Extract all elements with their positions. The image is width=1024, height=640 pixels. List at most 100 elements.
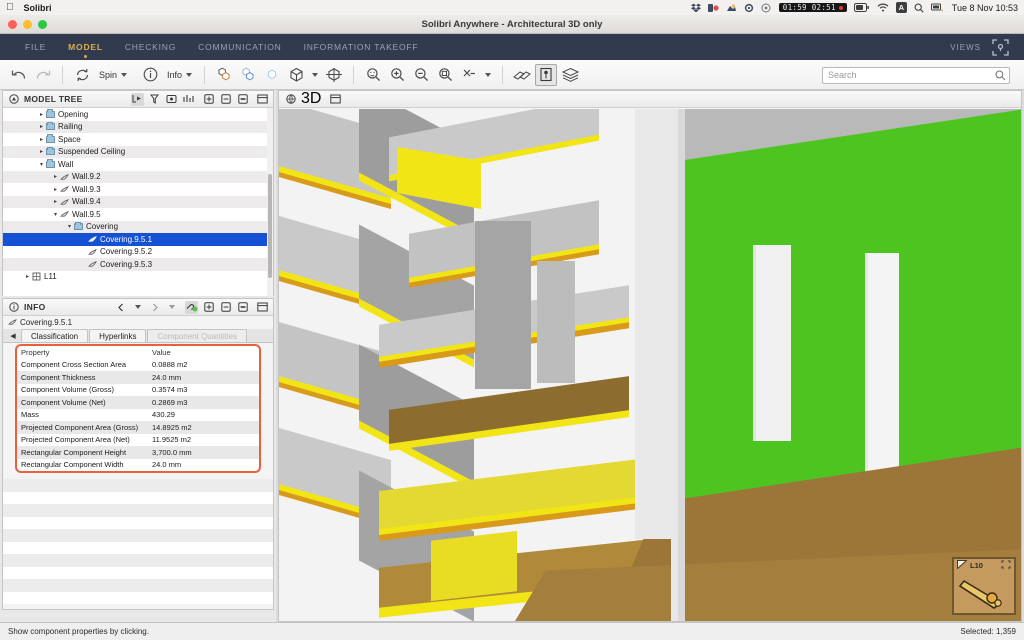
tree-row-selected[interactable]: Covering.9.5.1: [3, 233, 273, 246]
os-active-app-name[interactable]: Solibri: [24, 3, 52, 13]
tree-settings-icon[interactable]: [182, 93, 195, 106]
maximize-panel-icon[interactable]: [329, 93, 342, 106]
scrollbar-thumb[interactable]: [268, 174, 272, 278]
info-dropdown[interactable]: Info: [163, 70, 196, 80]
views-layout-icon[interactable]: [990, 37, 1010, 57]
circle-record-icon[interactable]: [761, 3, 771, 13]
nav-level-widget[interactable]: L10: [952, 557, 1016, 615]
table-row[interactable]: Component Cross Section Area 0.0888 m2: [17, 359, 259, 372]
model-tree-body[interactable]: ▸ Opening ▸ Railing ▸ Space ▸ Suspended …: [3, 108, 273, 296]
section-box-icon[interactable]: [323, 64, 345, 86]
tree-row[interactable]: ▸ Wall.9.4: [3, 195, 273, 208]
screen-recording-timer[interactable]: 01:59 02:51: [778, 3, 847, 12]
tree-twisty[interactable]: ▸: [51, 186, 60, 193]
search-input[interactable]: [822, 66, 1010, 84]
expand-all-icon[interactable]: [202, 93, 215, 106]
tree-twisty[interactable]: ▸: [37, 111, 46, 118]
table-row[interactable]: Rectangular Component Width 24.0 mm: [17, 459, 259, 472]
tree-row[interactable]: ▾ Covering: [3, 220, 273, 233]
tree-row[interactable]: ▸ Suspended Ceiling: [3, 145, 273, 158]
collapse-all-icon[interactable]: [219, 93, 232, 106]
show-hidden-components-icon[interactable]: [213, 64, 235, 86]
menu-item-file[interactable]: FILE: [14, 36, 57, 59]
transparent-components-icon[interactable]: [237, 64, 259, 86]
tree-row[interactable]: ▸ Railing: [3, 120, 273, 133]
redo-icon[interactable]: [32, 64, 54, 86]
table-row[interactable]: Projected Component Area (Net) 11.9525 m…: [17, 434, 259, 447]
tree-row[interactable]: ▸ L11: [3, 271, 273, 284]
scroll-left-icon[interactable]: ◀: [5, 329, 21, 342]
settings-gear-icon[interactable]: [744, 3, 754, 13]
split-panel-icon[interactable]: [256, 93, 269, 106]
zoom-out-icon[interactable]: [410, 64, 432, 86]
tree-group-icon[interactable]: [165, 93, 178, 106]
cube-view-icon[interactable]: [285, 64, 307, 86]
tree-filter-icon[interactable]: [148, 93, 161, 106]
cloud-sync-icon[interactable]: [726, 3, 737, 13]
expand-nav-icon[interactable]: [1001, 560, 1011, 571]
menu-item-communication[interactable]: COMMUNICATION: [187, 36, 292, 59]
tree-twisty[interactable]: ▾: [65, 223, 74, 230]
zoom-fit-icon[interactable]: [362, 64, 384, 86]
input-source-indicator[interactable]: A: [895, 2, 907, 13]
tree-row[interactable]: ▸ Opening: [3, 108, 273, 121]
search-icon[interactable]: [995, 68, 1006, 86]
markup-icon[interactable]: [535, 63, 558, 86]
tree-twisty[interactable]: ▸: [51, 198, 60, 205]
table-row[interactable]: Component Volume (Net) 0.2869 m3: [17, 396, 259, 409]
tree-twisty[interactable]: ▾: [37, 161, 46, 168]
tree-row[interactable]: ▾ Wall: [3, 158, 273, 171]
tree-twisty[interactable]: ▸: [37, 148, 46, 155]
spin-rotate-icon[interactable]: [71, 64, 93, 86]
menu-item-model[interactable]: MODEL: [57, 36, 114, 59]
tree-row[interactable]: ▸ Wall.9.3: [3, 183, 273, 196]
cube-dropdown-caret[interactable]: [309, 64, 321, 86]
table-row[interactable]: Component Volume (Gross) 0.3574 m3: [17, 384, 259, 397]
spotlight-search-icon[interactable]: [914, 3, 924, 13]
clock-record-icon[interactable]: [707, 3, 719, 13]
apple-logo-icon[interactable]: : [6, 2, 14, 13]
undo-icon[interactable]: [8, 64, 30, 86]
tree-row[interactable]: ▸ Wall.9.2: [3, 170, 273, 183]
tree-row[interactable]: Covering.9.5.2: [3, 246, 273, 259]
table-row[interactable]: Projected Component Area (Gross) 14.8925…: [17, 421, 259, 434]
split-panel-icon[interactable]: [256, 301, 269, 314]
views-label[interactable]: VIEWS: [950, 43, 981, 52]
tree-row[interactable]: ▸ Space: [3, 133, 273, 146]
model-tree-scrollbar[interactable]: [267, 108, 273, 296]
collapse-selected-icon[interactable]: [236, 301, 249, 314]
tree-twisty[interactable]: ▸: [51, 173, 60, 180]
tab-component-quantities[interactable]: Component Quantities: [147, 329, 248, 342]
tab-classification[interactable]: Classification: [21, 329, 89, 342]
measure-icon[interactable]: [511, 64, 533, 86]
zoom-selected-icon[interactable]: [434, 64, 456, 86]
link-components-icon[interactable]: [185, 300, 198, 314]
wifi-icon[interactable]: [877, 3, 889, 12]
menu-item-checking[interactable]: CHECKING: [114, 36, 187, 59]
next-arrow-icon[interactable]: [148, 301, 161, 314]
tab-hyperlinks[interactable]: Hyperlinks: [89, 329, 147, 342]
forward-dropdown-icon[interactable]: [165, 301, 178, 314]
os-clock[interactable]: Tue 8 Nov 10:53: [952, 3, 1018, 13]
zoom-in-icon[interactable]: [386, 64, 408, 86]
table-row[interactable]: Rectangular Component Height 3,700.0 mm: [17, 446, 259, 459]
table-row[interactable]: Mass 430.29: [17, 409, 259, 422]
history-dropdown-icon[interactable]: [131, 301, 144, 314]
nav-widget-body[interactable]: [954, 572, 1014, 613]
tree-row[interactable]: Covering.9.5.3: [3, 258, 273, 271]
info-circle-icon[interactable]: [139, 64, 161, 86]
battery-icon[interactable]: [853, 3, 870, 12]
collapse-all-icon[interactable]: [219, 301, 232, 314]
menu-item-information-takeoff[interactable]: INFORMATION TAKEOFF: [293, 36, 430, 59]
viewport-3d[interactable]: L10: [279, 109, 1021, 621]
collapse-selected-icon[interactable]: [236, 93, 249, 106]
spin-dropdown[interactable]: Spin: [95, 70, 131, 80]
pick-tool-icon[interactable]: [458, 64, 480, 86]
tree-row[interactable]: ▾ Wall.9.5: [3, 208, 273, 221]
select-node-icon[interactable]: [131, 92, 144, 106]
tree-twisty[interactable]: ▸: [23, 273, 32, 280]
tree-twisty[interactable]: ▸: [37, 123, 46, 130]
tree-twisty[interactable]: ▸: [37, 136, 46, 143]
prev-arrow-icon[interactable]: [114, 301, 127, 314]
control-center-icon[interactable]: [930, 3, 943, 12]
